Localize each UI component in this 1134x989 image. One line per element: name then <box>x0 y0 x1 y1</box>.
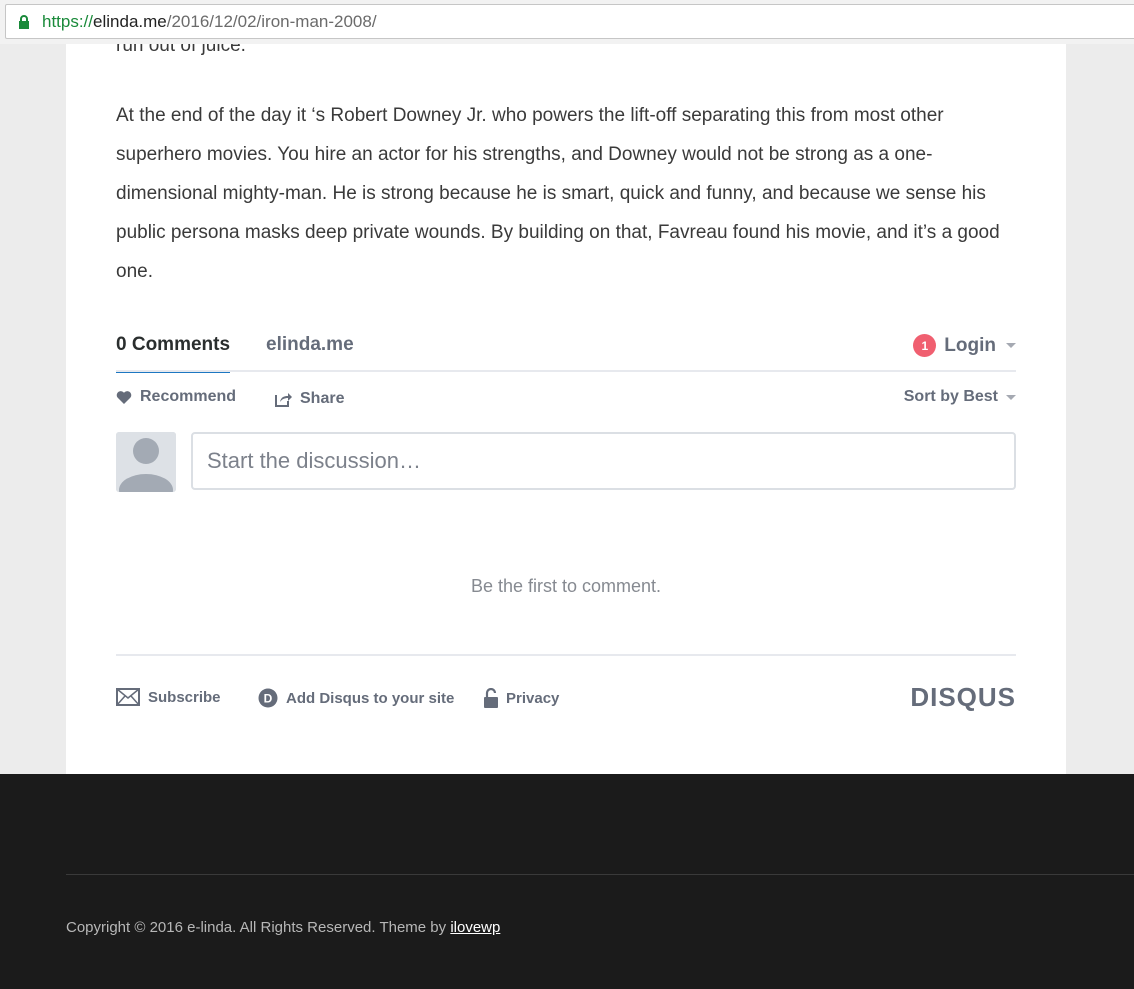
heart-icon <box>116 390 132 404</box>
footer-rule <box>66 874 1134 875</box>
subscribe-label: Subscribe <box>148 688 221 706</box>
url-field[interactable]: https://elinda.me/2016/12/02/iron-man-20… <box>5 4 1134 39</box>
url-text: https://elinda.me/2016/12/02/iron-man-20… <box>42 12 377 32</box>
url-path: /2016/12/02/iron-man-2008/ <box>166 12 377 31</box>
user-icon <box>116 432 176 492</box>
footer-divider <box>116 654 1016 656</box>
padlock-icon <box>484 688 498 708</box>
disqus-thread: 0 Comments elinda.me 1 Login Recommend S… <box>116 326 1016 746</box>
sort-dropdown[interactable]: Sort by Best <box>904 388 1016 406</box>
browser-address-bar: https://elinda.me/2016/12/02/iron-man-20… <box>0 0 1134 44</box>
share-label: Share <box>300 390 345 407</box>
article-paragraph-partial: run out of juice. <box>116 44 246 56</box>
recommend-button[interactable]: Recommend <box>116 388 236 406</box>
comment-input[interactable]: Start the discussion… <box>191 432 1016 490</box>
login-button[interactable]: 1 Login <box>913 334 1016 357</box>
lock-icon <box>19 15 29 29</box>
site-footer: Copyright © 2016 e-linda. All Rights Res… <box>0 774 1134 989</box>
disqus-d-icon: D <box>258 688 278 708</box>
login-label: Login <box>944 334 996 356</box>
privacy-link[interactable]: Privacy <box>484 688 559 708</box>
tab-site[interactable]: elinda.me <box>266 334 354 356</box>
chevron-down-icon <box>1006 394 1016 400</box>
sort-label: Sort by Best <box>903 388 998 405</box>
url-scheme: https:// <box>42 12 94 31</box>
privacy-label: Privacy <box>506 689 560 707</box>
theme-author-link[interactable]: ilovewp <box>450 919 500 936</box>
empty-message: Be the first to comment. <box>470 576 662 596</box>
avatar <box>116 432 176 492</box>
copyright-text: Copyright © 2016 e-linda. All Rights Res… <box>66 919 500 936</box>
tab-comments[interactable]: 0 Comments <box>116 334 231 373</box>
subscribe-link[interactable]: Subscribe <box>116 688 221 706</box>
share-icon <box>275 393 292 407</box>
copyright-label: Copyright © 2016 e-linda. All Rights Res… <box>66 919 451 936</box>
envelope-icon <box>116 688 140 706</box>
share-button[interactable]: Share <box>275 390 344 408</box>
add-disqus-link[interactable]: D Add Disqus to your site <box>258 688 454 708</box>
tab-divider <box>116 370 1016 372</box>
notification-badge: 1 <box>913 334 937 357</box>
article-content: run out of juice. At the end of the day … <box>66 44 1066 774</box>
article-paragraph: At the end of the day it ‘s Robert Downe… <box>116 105 1000 282</box>
recommend-label: Recommend <box>140 388 237 405</box>
disqus-logo[interactable]: DISQUS <box>910 682 1016 713</box>
chevron-down-icon <box>1006 343 1016 348</box>
svg-text:D: D <box>264 692 273 706</box>
add-disqus-label: Add Disqus to your site <box>286 689 455 707</box>
url-host: elinda.me <box>93 12 167 31</box>
